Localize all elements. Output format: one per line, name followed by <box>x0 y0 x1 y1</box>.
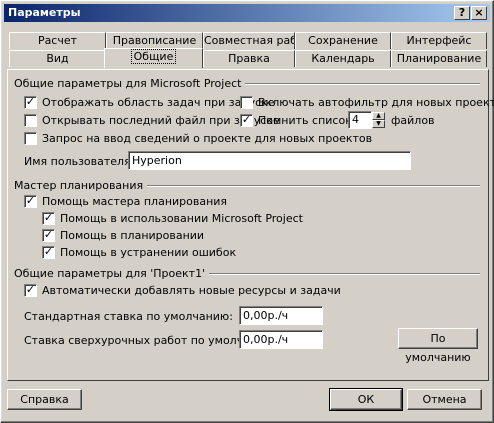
cancel-button[interactable]: Отмена <box>407 389 482 410</box>
username-input[interactable]: Hyperion <box>128 151 411 170</box>
tab-collaborate[interactable]: Совместная работа <box>203 32 295 49</box>
tab-spelling[interactable]: Правописание <box>106 32 203 49</box>
set-default-button[interactable]: По умолчанию <box>398 328 478 364</box>
tab-schedule[interactable]: Планирование <box>391 50 487 67</box>
general-group-title: Общие параметры для Microsoft Project <box>14 77 246 90</box>
spin-up-icon[interactable]: ▲ <box>372 112 385 120</box>
autofilter-label: Включать автофильтр для новых проектов <box>258 96 494 109</box>
tab-interface[interactable]: Интерфейс <box>391 32 487 49</box>
tab-edit[interactable]: Правка <box>203 50 295 67</box>
wizard-assistant-checkbox[interactable]: ✓ <box>24 195 37 208</box>
wizard-errors-checkbox[interactable]: ✓ <box>42 246 55 259</box>
prompt-info-label: Запрос на ввод сведений о проекте для но… <box>42 132 373 145</box>
wizard-usage-checkbox[interactable]: ✓ <box>42 212 55 225</box>
wizard-usage-label: Помощь в использовании Microsoft Project <box>60 212 303 225</box>
ovt-rate-input[interactable]: 0,00р./ч <box>239 330 323 349</box>
wizard-assistant-label: Помощь мастера планирования <box>42 195 228 208</box>
tab-view[interactable]: Вид <box>9 50 106 67</box>
tab-save[interactable]: Сохранение <box>295 32 391 49</box>
tab-calculation[interactable]: Расчет <box>9 32 106 49</box>
project-group-title: Общие параметры для 'Проект1' <box>14 267 210 280</box>
tab-general[interactable]: Общие <box>104 48 203 68</box>
wizard-planning-label: Помощь в планировании <box>60 229 205 242</box>
ok-button[interactable]: ОК <box>329 388 403 411</box>
open-last-file-checkbox[interactable] <box>24 114 37 127</box>
tab-calendar[interactable]: Календарь <box>295 50 391 67</box>
autofilter-checkbox[interactable] <box>240 96 253 109</box>
close-icon[interactable]: × <box>471 6 487 20</box>
std-rate-input[interactable]: 0,00р./ч <box>239 306 323 325</box>
std-rate-label: Стандартная ставка по умолчанию: <box>24 310 233 323</box>
remember-list-checkbox[interactable]: ✓ <box>240 114 253 127</box>
title-bar: Параметры ? × <box>4 4 490 22</box>
wizard-errors-label: Помощь в устранении ошибок <box>60 246 237 259</box>
wizard-group-title: Мастер планирования <box>14 179 148 192</box>
files-count-spinner[interactable]: ▲ ▼ <box>372 112 385 128</box>
files-label: файлов <box>391 114 435 127</box>
files-count-input[interactable]: 4 <box>348 111 372 129</box>
tab-general-label: Общие <box>130 49 177 64</box>
wizard-planning-checkbox[interactable]: ✓ <box>42 229 55 242</box>
auto-add-label: Автоматически добавлять новые ресурсы и … <box>42 284 341 297</box>
show-task-pane-checkbox[interactable]: ✓ <box>24 96 37 109</box>
window-title: Параметры <box>8 6 81 19</box>
help-title-button[interactable]: ? <box>454 6 470 20</box>
ovt-rate-label: Ставка сверхурочных работ по умолчанию <box>24 334 274 347</box>
prompt-info-checkbox[interactable] <box>24 132 37 145</box>
options-dialog: Параметры ? × Расчет Правописание Совмес… <box>0 0 494 423</box>
help-button[interactable]: Справка <box>7 389 82 410</box>
general-panel: Общие параметры для Microsoft Project ✓ … <box>7 69 494 381</box>
spin-down-icon[interactable]: ▼ <box>372 120 385 128</box>
username-label: Имя пользователя <box>24 155 131 168</box>
auto-add-checkbox[interactable]: ✓ <box>24 284 37 297</box>
